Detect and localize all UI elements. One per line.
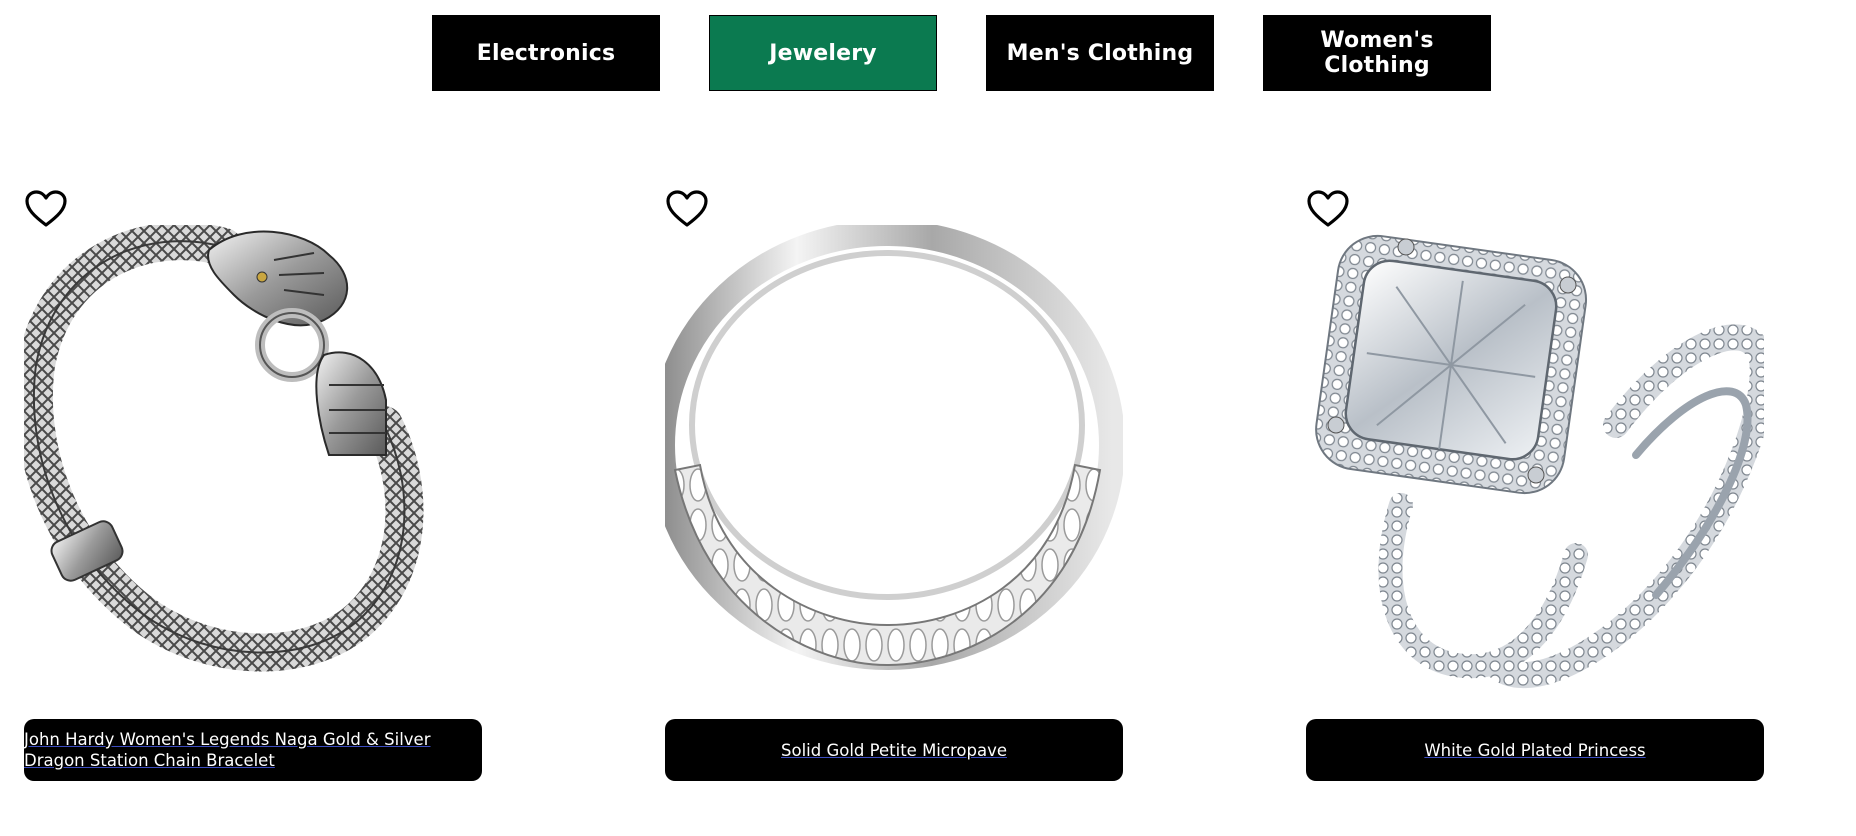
micropave-ring-image[interactable] [665,225,1123,705]
product-card: Solid Gold Petite Micropave [665,185,1123,781]
product-title-button[interactable]: John Hardy Women's Legends Naga Gold & S… [24,719,482,781]
tab-womens-clothing[interactable]: Women's Clothing [1263,15,1491,91]
heart-outline-icon[interactable] [24,189,68,229]
product-title-link[interactable]: White Gold Plated Princess [1424,740,1645,761]
product-card: White Gold Plated Princess [1306,185,1764,781]
category-tabs: Electronics Jewelery Men's Clothing Wome… [432,15,1491,91]
tab-mens-clothing[interactable]: Men's Clothing [986,15,1214,91]
product-title-button[interactable]: Solid Gold Petite Micropave [665,719,1123,781]
tab-electronics[interactable]: Electronics [432,15,660,91]
product-title-link[interactable]: John Hardy Women's Legends Naga Gold & S… [24,729,444,771]
princess-ring-set-image[interactable] [1306,225,1764,705]
heart-outline-icon[interactable] [1306,189,1350,229]
tab-jewelery[interactable]: Jewelery [709,15,937,91]
product-card: John Hardy Women's Legends Naga Gold & S… [24,185,482,781]
heart-outline-icon[interactable] [665,189,709,229]
product-title-link[interactable]: Solid Gold Petite Micropave [781,740,1007,761]
dragon-chain-bracelet-image[interactable] [24,225,482,705]
product-title-button[interactable]: White Gold Plated Princess [1306,719,1764,781]
